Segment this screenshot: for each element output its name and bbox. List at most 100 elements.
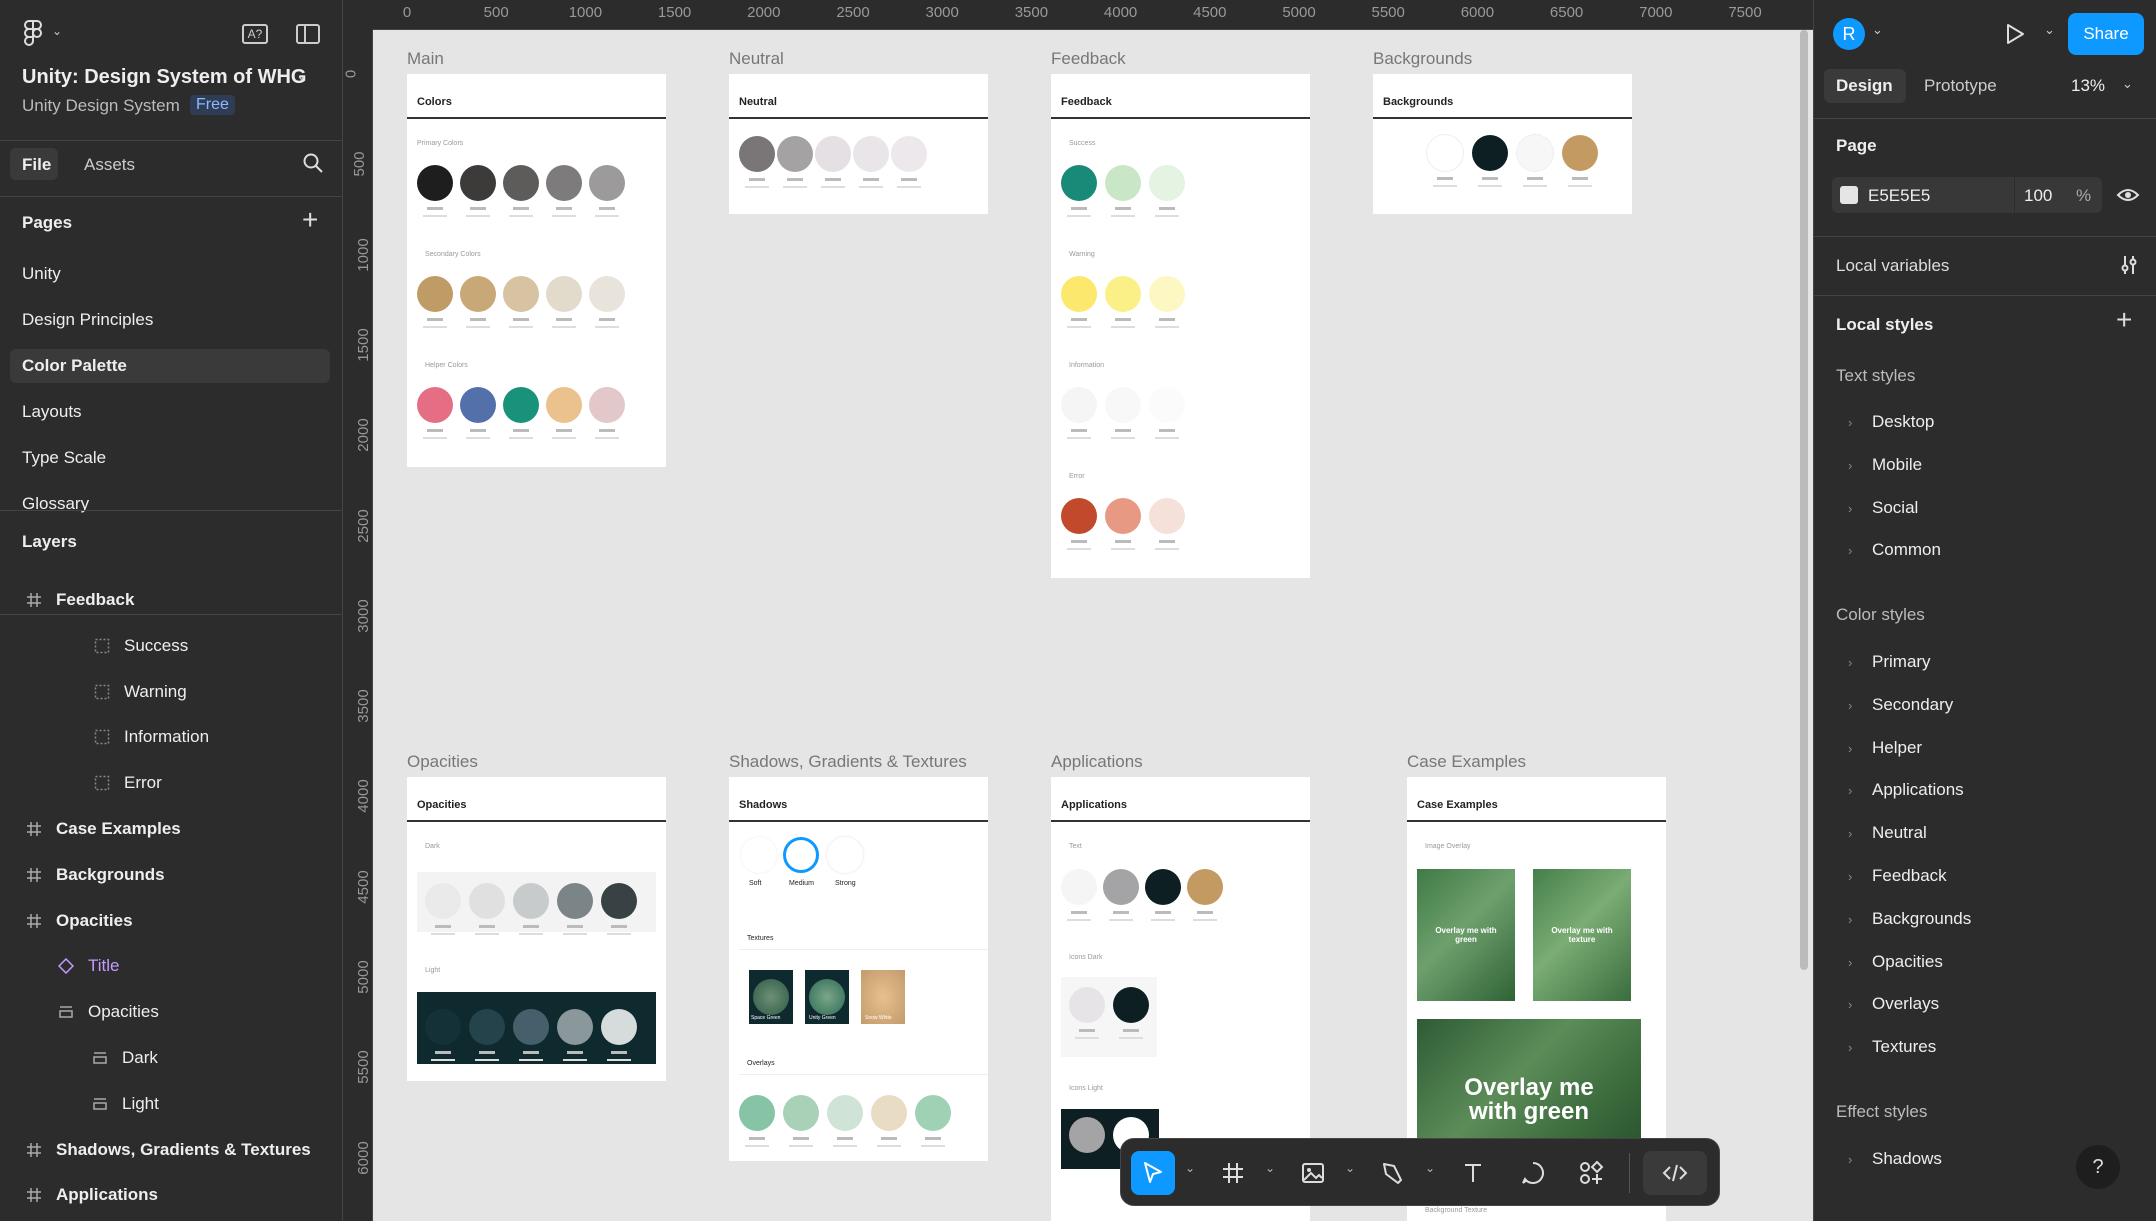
page-color-swatch[interactable] — [1840, 186, 1858, 204]
chevron-down-icon[interactable]: ⌄ — [2122, 76, 2133, 92]
project-name[interactable]: Unity Design System — [22, 96, 180, 116]
frame-label-feedback[interactable]: Feedback — [1051, 49, 1126, 69]
style-item[interactable]: Neutral — [1872, 823, 1927, 843]
page-item-layouts[interactable]: Layouts — [22, 402, 82, 422]
layer-item[interactable]: Opacities — [88, 1002, 159, 1022]
chevron-right-icon[interactable]: › — [1848, 501, 1852, 516]
actions-tool-button[interactable] — [1569, 1151, 1613, 1195]
font-icon-button[interactable]: A? — [242, 24, 268, 44]
comment-tool-button[interactable] — [1511, 1151, 1555, 1195]
style-item[interactable]: Textures — [1872, 1037, 1936, 1057]
frame-label-neutral[interactable]: Neutral — [729, 49, 784, 69]
chevron-right-icon[interactable]: › — [1848, 698, 1852, 713]
play-icon[interactable] — [2004, 22, 2026, 46]
layer-item[interactable]: Light — [122, 1094, 159, 1114]
chevron-right-icon[interactable]: › — [1848, 1040, 1852, 1055]
add-style-icon[interactable]: + — [2116, 306, 2132, 334]
move-tool-button[interactable] — [1131, 1151, 1175, 1195]
frame-feedback[interactable]: Feedback Success Warning Information Err… — [1051, 74, 1310, 578]
style-item[interactable]: Applications — [1872, 780, 1964, 800]
eye-icon[interactable] — [2116, 185, 2140, 205]
tab-design[interactable]: Design — [1836, 76, 1893, 96]
chevron-right-icon[interactable]: › — [1848, 997, 1852, 1012]
frame-tool-button[interactable] — [1211, 1151, 1255, 1195]
frame-label-opacities[interactable]: Opacities — [407, 752, 478, 772]
layer-item[interactable]: Feedback — [56, 590, 134, 610]
style-item[interactable]: Secondary — [1872, 695, 1953, 715]
text-tool-button[interactable] — [1451, 1151, 1495, 1195]
style-item[interactable]: Shadows — [1872, 1149, 1942, 1169]
chevron-right-icon[interactable]: › — [1848, 783, 1852, 798]
layer-item[interactable]: Error — [124, 773, 162, 793]
layer-item[interactable]: Case Examples — [56, 819, 181, 839]
layer-item[interactable]: Dark — [122, 1048, 158, 1068]
chevron-right-icon[interactable]: › — [1848, 543, 1852, 558]
chevron-down-icon[interactable]: ⌄ — [2044, 22, 2055, 38]
style-item[interactable]: Primary — [1872, 652, 1931, 672]
figma-menu-button[interactable]: ⌄ — [22, 20, 66, 46]
chevron-right-icon[interactable]: › — [1848, 741, 1852, 756]
variables-settings-icon[interactable] — [2118, 254, 2140, 276]
file-title[interactable]: Unity: Design System of WHG — [22, 66, 306, 89]
style-item[interactable]: Helper — [1872, 738, 1922, 758]
canvas[interactable]: 0 500 1000 1500 2000 2500 3000 3500 4000 4500 5000… — [343, 0, 1813, 1221]
layer-item[interactable]: Information — [124, 727, 209, 747]
chevron-right-icon[interactable]: › — [1848, 415, 1852, 430]
help-button[interactable]: ? — [2076, 1145, 2120, 1189]
local-variables[interactable]: Local variables — [1836, 256, 1949, 276]
frame-label-main[interactable]: Main — [407, 49, 444, 69]
chevron-right-icon[interactable]: › — [1848, 912, 1852, 927]
chevron-down-icon[interactable]: ⌄ — [1345, 1161, 1355, 1175]
frame-opacities[interactable]: Opacities Dark Light — [407, 777, 666, 1081]
image-tool-button[interactable] — [1291, 1151, 1335, 1195]
page-item-design-principles[interactable]: Design Principles — [22, 310, 153, 330]
page-item-type-scale[interactable]: Type Scale — [22, 448, 106, 468]
style-item[interactable]: Desktop — [1872, 412, 1934, 432]
frame-label-case-examples[interactable]: Case Examples — [1407, 752, 1526, 772]
canvas-scrollbar[interactable] — [1800, 30, 1808, 970]
dev-mode-button[interactable] — [1643, 1151, 1707, 1195]
avatar[interactable]: R — [1833, 18, 1865, 50]
chevron-down-icon[interactable]: ⌄ — [296, 68, 307, 84]
layer-item[interactable]: Shadows, Gradients & Textures — [56, 1140, 311, 1160]
frame-label-backgrounds[interactable]: Backgrounds — [1373, 49, 1472, 69]
chevron-right-icon[interactable]: › — [1848, 869, 1852, 884]
add-page-icon[interactable]: + — [302, 206, 318, 234]
frame-label-shadows[interactable]: Shadows, Gradients & Textures — [729, 752, 967, 772]
tab-prototype[interactable]: Prototype — [1924, 76, 1997, 96]
chevron-down-icon[interactable]: ⌄ — [1265, 1161, 1275, 1175]
style-item[interactable]: Overlays — [1872, 994, 1939, 1014]
chevron-right-icon[interactable]: › — [1848, 458, 1852, 473]
search-icon[interactable] — [302, 152, 324, 174]
page-color-value[interactable]: E5E5E5 — [1868, 186, 1930, 206]
chevron-down-icon[interactable]: ⌄ — [1185, 1161, 1195, 1175]
style-item[interactable]: Mobile — [1872, 455, 1922, 475]
page-item-unity[interactable]: Unity — [22, 264, 61, 284]
frame-backgrounds[interactable]: Backgrounds — [1373, 74, 1632, 214]
chevron-right-icon[interactable]: › — [1848, 955, 1852, 970]
pen-tool-button[interactable] — [1371, 1151, 1415, 1195]
frame-label-applications[interactable]: Applications — [1051, 752, 1143, 772]
frame-main[interactable]: Colors Primary Colors Secondary Colors H… — [407, 74, 666, 467]
share-button[interactable]: Share — [2068, 13, 2144, 55]
page-opacity-value[interactable]: 100 — [2024, 186, 2052, 206]
frame-neutral[interactable]: Neutral — [729, 74, 988, 214]
layer-item[interactable]: Opacities — [56, 911, 133, 931]
zoom-level[interactable]: 13% — [2071, 76, 2105, 96]
style-item[interactable]: Social — [1872, 498, 1918, 518]
chevron-right-icon[interactable]: › — [1848, 826, 1852, 841]
chevron-right-icon[interactable]: › — [1848, 1152, 1852, 1167]
page-item-glossary[interactable]: Glossary — [22, 494, 89, 514]
page-item-color-palette[interactable]: Color Palette — [22, 356, 127, 376]
style-item[interactable]: Opacities — [1872, 952, 1943, 972]
frame-shadows[interactable]: Shadows Soft Medium Strong Textures Spac… — [729, 777, 988, 1161]
layer-item[interactable]: Backgrounds — [56, 865, 165, 885]
layer-item[interactable]: Title — [88, 956, 120, 976]
chevron-down-icon[interactable]: ⌄ — [1872, 22, 1883, 38]
layer-item[interactable]: Success — [124, 636, 188, 656]
tab-assets[interactable]: Assets — [84, 155, 135, 175]
chevron-down-icon[interactable]: ⌄ — [1425, 1161, 1435, 1175]
style-item[interactable]: Feedback — [1872, 866, 1947, 886]
sidebar-toggle-icon[interactable] — [296, 24, 320, 44]
style-item[interactable]: Common — [1872, 540, 1941, 560]
